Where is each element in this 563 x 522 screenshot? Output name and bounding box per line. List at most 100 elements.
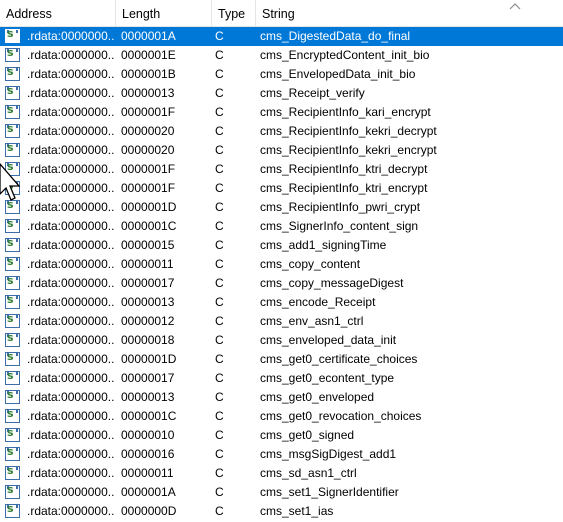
table-row[interactable]: s .rdata:0000000... 00000010 Ccms_get0_sign… xyxy=(0,426,563,445)
type-cell: C xyxy=(215,485,224,499)
length-cell: 00000017 xyxy=(121,276,175,290)
string-cell: cms_add1_signingTime xyxy=(260,238,387,252)
length-cell: 0000001C xyxy=(121,219,177,233)
address-cell: .rdata:0000000... xyxy=(27,390,115,404)
length-cell: 00000011 xyxy=(121,466,174,480)
string-cell: cms_set1_SignerIdentifier xyxy=(260,485,399,499)
address-cell: .rdata:0000000... xyxy=(27,276,115,290)
string-literal-icon: s xyxy=(5,65,23,84)
table-row[interactable]: s .rdata:0000000... 0000001A Ccms_DigestedD… xyxy=(0,27,563,46)
address-cell: .rdata:0000000... xyxy=(27,314,115,328)
mouse-cursor-icon xyxy=(0,163,21,201)
type-cell: C xyxy=(215,162,224,176)
column-header-length[interactable]: Length xyxy=(116,0,211,26)
length-cell: 00000010 xyxy=(121,428,175,442)
length-cell: 00000011 xyxy=(121,257,174,271)
table-row[interactable]: s .rdata:0000000... 00000020 Ccms_Recipient… xyxy=(0,122,563,141)
table-row[interactable]: s .rdata:0000000... 00000013 Ccms_get0_enve… xyxy=(0,388,563,407)
string-cell: cms_copy_content xyxy=(260,257,361,271)
table-row[interactable]: s .rdata:0000000... 00000017 Ccms_get0_econ… xyxy=(0,369,563,388)
table-row[interactable]: s.rdata:0000000...0000001FCcms_Recipient… xyxy=(0,160,563,179)
string-literal-icon: s xyxy=(5,502,23,521)
string-literal-icon: s xyxy=(5,46,23,65)
table-row[interactable]: s .rdata:0000000... 0000001C Ccms_SignerInf… xyxy=(0,217,563,236)
string-cell: cms_RecipientInfo_pwri_crypt xyxy=(260,200,421,214)
type-cell: C xyxy=(215,257,224,271)
table-row[interactable]: s .rdata:0000000... 00000012 Ccms_env_asn1_… xyxy=(0,312,563,331)
table-row[interactable]: s .rdata:0000000... 0000001A Ccms_set1_Sign… xyxy=(0,483,563,502)
type-cell: C xyxy=(215,238,224,252)
length-cell: 00000017 xyxy=(121,371,175,385)
length-cell: 0000001A xyxy=(121,485,176,499)
length-cell: 00000016 xyxy=(121,447,175,461)
column-header-address[interactable]: Address xyxy=(0,0,115,26)
table-row[interactable]: s.rdata:0000000...0000001FCcms_Recipient… xyxy=(0,103,563,122)
strings-list: s .rdata:0000000... 0000001A Ccms_DigestedD… xyxy=(0,27,563,521)
address-cell: .rdata:0000000... xyxy=(27,200,115,214)
length-cell: 0000001F xyxy=(121,105,176,119)
string-literal-icon: s xyxy=(5,388,23,407)
string-literal-icon: s xyxy=(5,122,23,141)
table-row[interactable]: s .rdata:0000000... 0000001D Ccms_get0_cert… xyxy=(0,350,563,369)
table-row[interactable]: s .rdata:0000000... 0000001C Ccms_get0_revo… xyxy=(0,407,563,426)
length-cell: 00000013 xyxy=(121,295,175,309)
type-cell: C xyxy=(215,409,224,423)
table-row[interactable]: s .rdata:0000000... 00000013 Ccms_Receipt_v… xyxy=(0,84,563,103)
type-cell: C xyxy=(215,86,224,100)
table-row[interactable]: s .rdata:0000000... 00000017 Ccms_copy_mess… xyxy=(0,274,563,293)
address-cell: .rdata:0000000... xyxy=(27,333,115,347)
string-cell: cms_get0_certificate_choices xyxy=(260,352,418,366)
table-row[interactable]: s .rdata:0000000... 00000016 Ccms_msgSigDig… xyxy=(0,445,563,464)
string-literal-icon: s xyxy=(5,350,23,369)
length-cell: 0000001E xyxy=(121,48,176,62)
table-row[interactable]: s .rdata:0000000... 0000001E Ccms_Encrypted… xyxy=(0,46,563,65)
string-literal-icon: s xyxy=(5,312,23,331)
table-row[interactable]: s .rdata:0000000... 00000011 Ccms_sd_asn1_c… xyxy=(0,464,563,483)
address-cell: .rdata:0000000... xyxy=(27,86,115,100)
length-cell: 00000012 xyxy=(121,314,175,328)
string-literal-icon: s xyxy=(5,426,23,445)
table-row[interactable]: s .rdata:0000000... 00000013 Ccms_encode_Re… xyxy=(0,293,563,312)
address-cell: .rdata:0000000... xyxy=(27,105,115,119)
table-row[interactable]: s .rdata:0000000... 0000001D Ccms_Recipient… xyxy=(0,198,563,217)
string-literal-icon: s xyxy=(5,483,23,502)
column-header: Address Length Type String xyxy=(0,0,563,27)
type-cell: C xyxy=(215,200,224,214)
table-row[interactable]: s .rdata:0000000... 00000018 Ccms_enveloped… xyxy=(0,331,563,350)
string-cell: cms_sd_asn1_ctrl xyxy=(260,466,357,480)
table-row[interactable]: s .rdata:0000000... 0000001B Ccms_Enveloped… xyxy=(0,65,563,84)
address-cell: .rdata:0000000... xyxy=(27,143,115,157)
address-cell: .rdata:0000000... xyxy=(27,257,115,271)
address-cell: .rdata:0000000... xyxy=(27,29,115,43)
string-cell: cms_RecipientInfo_kekri_decrypt xyxy=(260,124,437,138)
address-cell: .rdata:0000000... xyxy=(27,219,115,233)
string-cell: cms_SignerInfo_content_sign xyxy=(260,219,419,233)
string-literal-icon: s xyxy=(5,141,23,160)
table-row[interactable]: s .rdata:0000000... 00000015 Ccms_add1_sign… xyxy=(0,236,563,255)
length-cell: 00000013 xyxy=(121,86,175,100)
table-row[interactable]: s .rdata:0000000... 0000000D Ccms_set1_ias xyxy=(0,502,563,521)
length-cell: 0000000D xyxy=(121,504,177,518)
table-row[interactable]: s .rdata:0000000... 00000011 Ccms_copy_cont… xyxy=(0,255,563,274)
string-literal-icon: s xyxy=(5,27,23,46)
address-cell: .rdata:0000000... xyxy=(27,485,115,499)
table-row[interactable]: s.rdata:0000000...0000001FCcms_Recipient… xyxy=(0,179,563,198)
column-header-type[interactable]: Type xyxy=(212,0,255,26)
string-cell: cms_RecipientInfo_kari_encrypt xyxy=(260,105,431,119)
length-cell: 0000001F xyxy=(121,181,176,195)
length-cell: 0000001B xyxy=(121,67,176,81)
table-row[interactable]: s .rdata:0000000... 00000020 Ccms_Recipient… xyxy=(0,141,563,160)
length-cell: 00000018 xyxy=(121,333,175,347)
string-cell: cms_set1_ias xyxy=(260,504,334,518)
column-header-string[interactable]: String xyxy=(256,0,506,26)
type-cell: C xyxy=(215,390,224,404)
length-cell: 0000001C xyxy=(121,409,177,423)
type-cell: C xyxy=(215,276,224,290)
string-literal-icon: s xyxy=(5,407,23,426)
string-cell: cms_encode_Receipt xyxy=(260,295,376,309)
address-cell: .rdata:0000000... xyxy=(27,67,115,81)
string-cell: cms_RecipientInfo_ktri_decrypt xyxy=(260,162,428,176)
string-literal-icon: s xyxy=(5,445,23,464)
string-literal-icon: s xyxy=(5,369,23,388)
string-cell: cms_EnvelopedData_init_bio xyxy=(260,67,416,81)
